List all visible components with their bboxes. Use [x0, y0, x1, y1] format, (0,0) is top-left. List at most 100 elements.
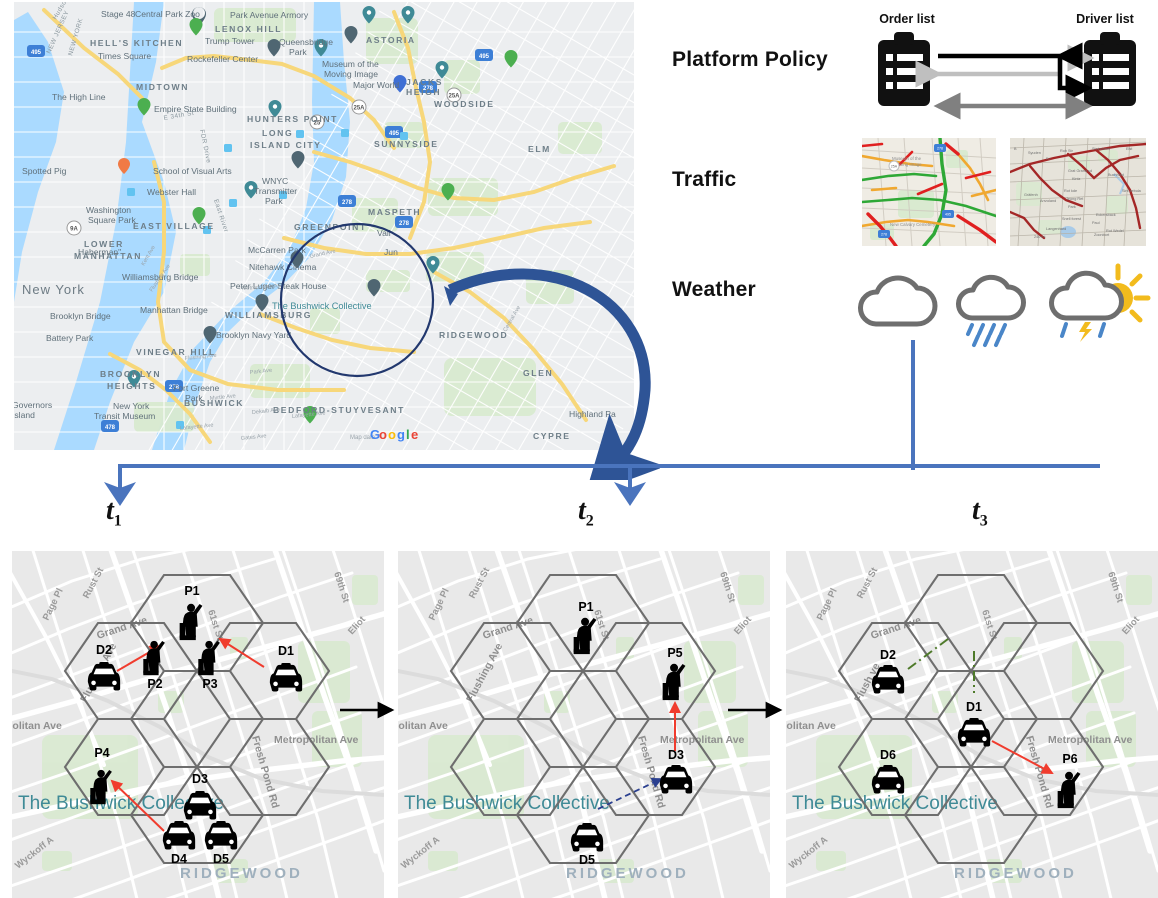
- collective-label-t3: The Bushwick Collective: [792, 793, 998, 814]
- svg-text:Elst: Elst: [1126, 147, 1133, 151]
- svg-text:Jeong Ret: Jeong Ret: [1066, 197, 1084, 201]
- svg-text:HEIGH: HEIGH: [406, 87, 441, 97]
- collective-label-t2: The Bushwick Collective: [404, 793, 610, 814]
- factor-label-traffic: Traffic: [672, 168, 737, 191]
- svg-text:Metropolitan Ave: Metropolitan Ave: [274, 734, 359, 746]
- passenger-label-P5: P5: [667, 646, 682, 660]
- svg-text:Snell forest: Snell forest: [1062, 217, 1082, 221]
- panel-transition-arrow-t2-t3: [728, 701, 783, 719]
- svg-text:25A: 25A: [353, 106, 365, 112]
- svg-text:278: 278: [399, 221, 410, 227]
- timeline-label-t1-base: t: [106, 495, 114, 526]
- svg-text:Central Park Zoo: Central Park Zoo: [135, 9, 200, 19]
- svg-text:Park Avenue Armory: Park Avenue Armory: [230, 10, 309, 20]
- zoom-in-curved-arrow: [444, 268, 660, 480]
- traffic-thumbnail-congestion[interactable]: Museum of the Moving Image New Calvary Ce…: [862, 138, 996, 246]
- svg-text:478: 478: [105, 425, 116, 431]
- svg-text:politan Ave: politan Ave: [398, 720, 448, 732]
- svg-text:278: 278: [881, 233, 887, 237]
- svg-text:Museum of the: Museum of the: [322, 59, 379, 69]
- order-list-clipboard: [878, 32, 930, 106]
- svg-text:495: 495: [945, 213, 951, 217]
- platform-policy-graphic[interactable]: Order list Driver list: [862, 12, 1152, 124]
- svg-text:Square Park: Square Park: [88, 215, 136, 225]
- svg-text:Washington: Washington: [86, 205, 131, 215]
- hex-panel-t1[interactable]: Rust St Page Pl Grand Ave Flushing Ave 6…: [12, 551, 384, 898]
- hex-panel-t3[interactable]: Rust St Page Pl Grand Ave Flush ve 61st …: [786, 551, 1158, 898]
- factor-label-weather: Weather: [672, 278, 756, 301]
- ridgewood-label-t2: RIDGEWOOD: [566, 865, 689, 882]
- svg-text:Transit Museum: Transit Museum: [94, 411, 155, 421]
- svg-text:Major World: Major World: [353, 80, 399, 90]
- svg-text:Webster Hall: Webster Hall: [147, 187, 196, 197]
- driver-label-D1: D1: [278, 644, 294, 658]
- svg-text:Nitehawk Cinema: Nitehawk Cinema: [249, 262, 317, 272]
- cloud-icon: [858, 275, 938, 327]
- svg-text:Syuden: Syuden: [1028, 151, 1041, 155]
- hex-panel-t2[interactable]: Rust St Page Pl Grand Ave Flushing Ave 6…: [398, 551, 770, 898]
- svg-text:Battery Park: Battery Park: [46, 333, 94, 343]
- svg-text:Sint zebula: Sint zebula: [1122, 189, 1142, 193]
- svg-text:Fort Greene: Fort Greene: [173, 383, 220, 393]
- timeline-label-t1-sub: 1: [113, 512, 122, 530]
- svg-text:Steindorfer: Steindorfer: [1092, 147, 1111, 151]
- policy-arrow-black-lower: [1057, 56, 1093, 102]
- svg-text:SUNNYSIDE: SUNNYSIDE: [374, 139, 439, 149]
- svg-text:Paul: Paul: [1092, 221, 1100, 225]
- svg-text:MANHATTAN: MANHATTAN: [74, 251, 142, 261]
- traffic-thumbnail-roadmap[interactable]: B Syuden Rob Str Steindorfer Elst Fu Grat Gr…: [1010, 138, 1146, 246]
- svg-text:Grat Grand sd: Grat Grand sd: [1068, 169, 1092, 173]
- road-network-map: BSyuden Rob Str Steindorfer Elst FuGrat Gr…: [1010, 138, 1146, 246]
- svg-text:25A: 25A: [891, 164, 898, 168]
- svg-text:MIDTOWN: MIDTOWN: [136, 82, 189, 92]
- cloud-rain-icon: [956, 274, 1026, 347]
- svg-text:New Calvary Cemetery: New Calvary Cemetery: [890, 222, 936, 227]
- svg-text:LOWER: LOWER: [84, 239, 124, 249]
- traffic-congestion-map: Museum of theMoving Image New Calvary Ce…: [862, 138, 996, 246]
- svg-text:HEIGHTS: HEIGHTS: [107, 381, 156, 391]
- svg-text:politan Ave: politan Ave: [12, 720, 62, 732]
- svg-text:Gräfenh: Gräfenh: [1024, 193, 1038, 197]
- svg-text:Spotted Pig: Spotted Pig: [22, 166, 67, 176]
- driver-label-D4: D4: [171, 852, 187, 866]
- svg-text:Rob Str: Rob Str: [1060, 149, 1074, 153]
- svg-text:Park: Park: [265, 196, 283, 206]
- svg-text:Eckersback: Eckersback: [1096, 213, 1116, 217]
- svg-text:Kintz: Kintz: [1072, 177, 1081, 181]
- svg-text:New York: New York: [22, 282, 85, 297]
- svg-text:Moving Image: Moving Image: [324, 69, 378, 79]
- ridgewood-label-t3: RIDGEWOOD: [954, 865, 1077, 882]
- svg-text:Times Square: Times Square: [98, 51, 151, 61]
- driver-label-D3: D3: [192, 772, 208, 786]
- svg-text:HUNTERS POINT: HUNTERS POINT: [247, 114, 338, 124]
- svg-text:o: o: [379, 427, 387, 442]
- svg-text:New York: New York: [113, 401, 150, 411]
- passenger-label-P3: P3: [202, 677, 217, 691]
- passenger-label-P6: P6: [1062, 752, 1077, 766]
- driver-label-D2: D2: [96, 643, 112, 657]
- weather-icons-group[interactable]: [856, 262, 1156, 348]
- svg-text:Jun: Jun: [384, 247, 398, 257]
- svg-text:495: 495: [389, 131, 400, 137]
- svg-text:Rockefeller Center: Rockefeller Center: [187, 54, 258, 64]
- weather-timeline-connector: [911, 340, 915, 470]
- passenger-label-P4: P4: [94, 746, 109, 760]
- svg-text:ELM: ELM: [528, 144, 551, 154]
- svg-text:Park: Park: [289, 47, 307, 57]
- svg-text:278: 278: [342, 200, 353, 206]
- svg-text:Queensbridge: Queensbridge: [279, 37, 333, 47]
- panel-transition-arrow-t1-t2: [340, 701, 395, 719]
- svg-text:JACKS: JACKS: [406, 77, 443, 87]
- cloud-sun-thunder-icon: [1049, 263, 1151, 342]
- svg-text:politan Ave: politan Ave: [786, 720, 836, 732]
- policy-arrows-diagram: [878, 32, 1136, 120]
- timeline-label-t3-sub: 3: [979, 512, 988, 530]
- svg-text:The High Line: The High Line: [52, 92, 106, 102]
- timeline[interactable]: [100, 458, 1100, 548]
- svg-text:Museum of the: Museum of the: [892, 156, 922, 161]
- driver-list-label: Driver list: [1076, 12, 1134, 26]
- timeline-label-t2-base: t: [578, 495, 586, 526]
- passenger-label-P1: P1: [578, 600, 593, 614]
- passenger-label-P1: P1: [184, 584, 199, 598]
- driver-label-D5: D5: [579, 853, 595, 867]
